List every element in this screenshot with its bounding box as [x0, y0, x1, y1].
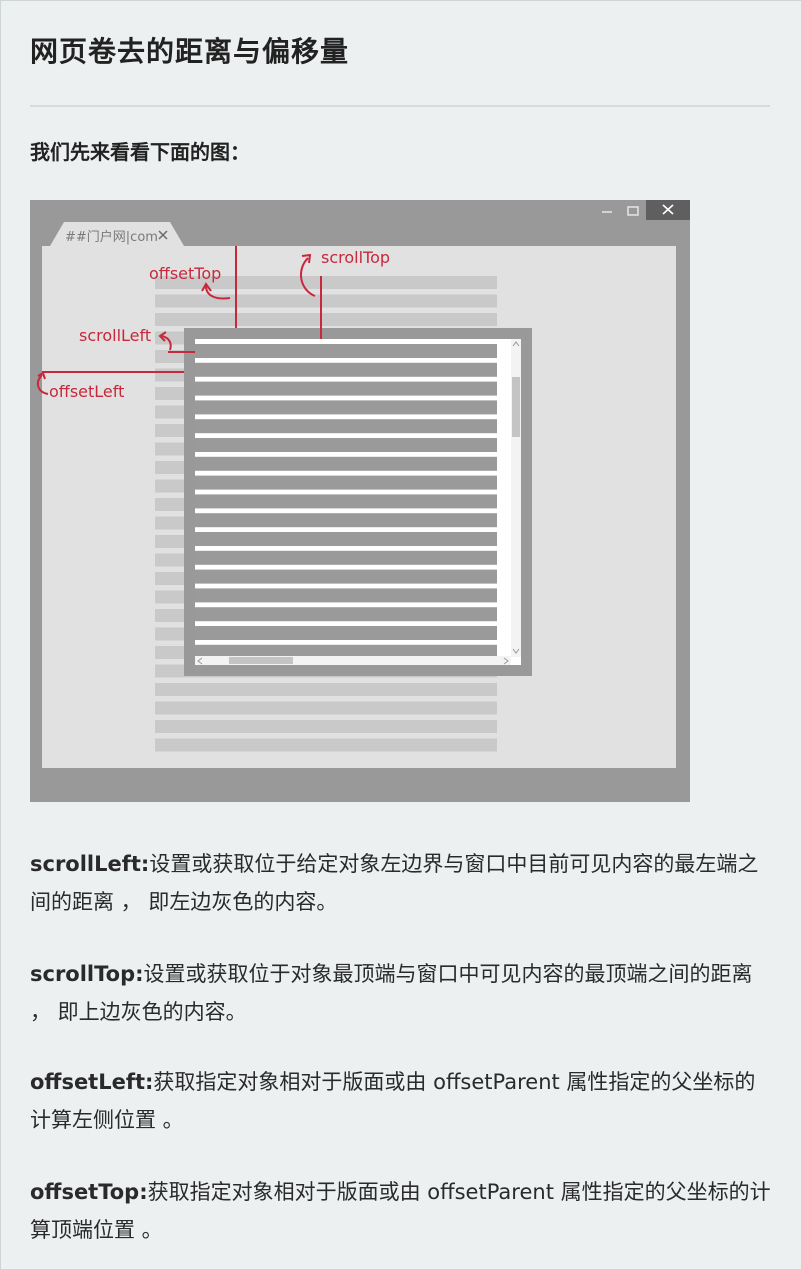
scroll-content-line [195, 550, 497, 565]
definition-offset-top: offsetTop:获取指定对象相对于版面或由 offsetParent 属性指… [30, 1173, 775, 1249]
scroll-content-line [195, 607, 497, 622]
window-close-button[interactable] [646, 200, 690, 220]
scroll-content-line [195, 438, 497, 452]
browser-tab[interactable]: ##门户网|com [50, 222, 184, 246]
page-title: 网页卷去的距离与偏移量 [30, 35, 350, 68]
vertical-scrollbar[interactable] [511, 339, 521, 657]
maximize-button[interactable] [622, 202, 648, 220]
tab-label: ##门户网|com [65, 229, 158, 245]
scroll-content-line [195, 494, 497, 509]
intro-text: 我们先来看看下面的图： [30, 140, 250, 164]
title-divider [30, 105, 770, 107]
offset-top-label: offsetTop [149, 264, 221, 283]
document-line [155, 294, 497, 308]
document-line [155, 313, 497, 326]
scroll-content-line [195, 362, 497, 377]
document-line [155, 720, 497, 733]
scroll-top-label: scrollTop [321, 248, 390, 267]
minimize-button[interactable] [596, 202, 622, 220]
definition-scroll-top: scrollTop:设置或获取位于对象最顶端与窗口中可见内容的最顶端之间的距离 … [30, 955, 775, 1031]
scroll-content-line [195, 588, 497, 603]
document-line [155, 683, 497, 696]
term-offset-left: offsetLeft: [30, 1070, 154, 1094]
scroll-element-lines [195, 344, 497, 659]
horizontal-scroll-thumb[interactable] [229, 657, 293, 664]
term-offset-top: offsetTop: [30, 1180, 148, 1204]
horizontal-scrollbar[interactable] [195, 656, 511, 665]
scroll-left-label: scrollLeft [79, 326, 151, 345]
scroll-content-line [195, 569, 497, 584]
vertical-scroll-thumb[interactable] [512, 377, 520, 437]
scroll-content-line [195, 475, 497, 490]
scroll-content-line [195, 532, 497, 546]
scroll-content-line [195, 344, 497, 358]
offset-left-label: offsetLeft [49, 382, 124, 401]
scroll-content-line [195, 381, 497, 396]
term-scroll-top: scrollTop: [30, 962, 144, 986]
definition-scroll-left: scrollLeft:设置或获取位于给定对象左边界与窗口中目前可见内容的最左端之… [30, 845, 775, 921]
scroll-content-line [195, 456, 497, 471]
scroll-content-line [195, 626, 497, 640]
scroll-offset-diagram: ##门户网|com offsetTop scrollTop scrollLeft… [30, 200, 690, 802]
term-scroll-left: scrollLeft: [30, 852, 150, 876]
scroll-content-line [195, 419, 497, 434]
definition-offset-left: offsetLeft:获取指定对象相对于版面或由 offsetParent 属性… [30, 1063, 775, 1139]
scroll-content-line [195, 513, 497, 528]
scroll-content-line [195, 400, 497, 415]
document-line [155, 738, 497, 752]
document-line [155, 701, 497, 715]
